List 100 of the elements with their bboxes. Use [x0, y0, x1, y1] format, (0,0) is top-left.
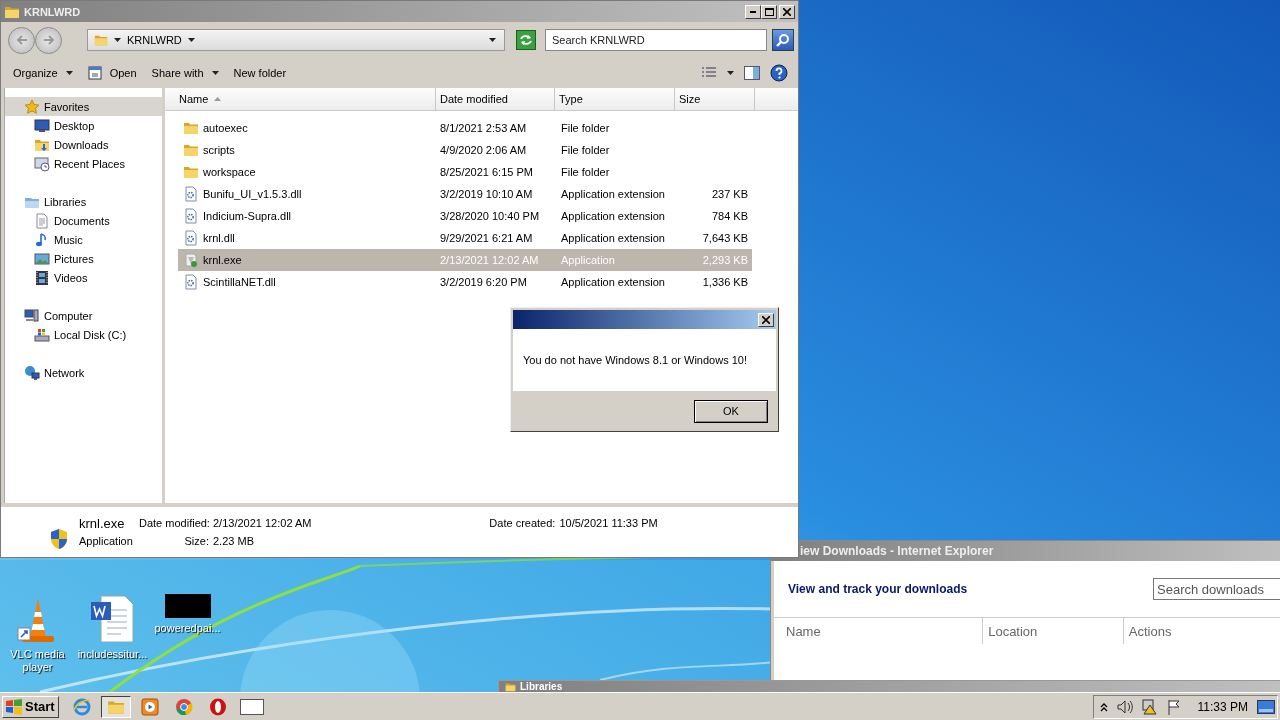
sidebar-item[interactable]: Music [5, 230, 162, 249]
folder-icon [505, 682, 516, 692]
file-name: autoexec [203, 122, 248, 134]
sidebar-item[interactable]: Computer [5, 306, 162, 325]
column-header[interactable]: Name [175, 88, 436, 110]
toolbar-button[interactable]: New folder [229, 65, 291, 81]
toolbar-button[interactable]: Open [83, 64, 141, 82]
type-cell-text: Application extension [560, 232, 666, 244]
type-cell-text: File folder [560, 166, 611, 178]
toolbar-button[interactable]: Share with [147, 65, 223, 81]
column-header[interactable]: Location [983, 618, 1124, 644]
date-cell-text: 8/25/2021 6:15 PM [439, 166, 534, 178]
minimize-button[interactable] [745, 4, 761, 19]
taskbar-button[interactable] [100, 695, 131, 718]
type-cell-text: Application [560, 254, 616, 266]
file-name: krnl.exe [79, 515, 126, 531]
file-name: krnl.exe [203, 254, 242, 266]
date-cell-text: 3/28/2020 10:40 PM [439, 210, 541, 222]
column-header[interactable]: Size [675, 88, 755, 110]
flag-icon[interactable] [1166, 698, 1181, 715]
detail-label: Date created: [488, 517, 557, 529]
program-icon [183, 252, 199, 268]
chevron-up-icon[interactable] [1099, 701, 1108, 712]
file-row[interactable]: krnl.dll 9/29/2021 6:21 AM Application extension 7,643 KB [178, 227, 752, 249]
star-icon [24, 98, 40, 115]
maximize-button[interactable] [761, 4, 777, 19]
monitor-icon [34, 117, 50, 134]
folder-icon [183, 164, 199, 180]
size-cell-text: 2,293 KB [701, 254, 748, 266]
sidebar-item[interactable]: Local Disk (C:) [5, 325, 162, 344]
date-cell-text: 4/9/2020 2:06 AM [439, 144, 528, 156]
help-icon [770, 64, 788, 82]
sidebar-item[interactable]: Libraries [5, 192, 162, 211]
gear-file-icon [183, 230, 199, 246]
view-options-button[interactable] [701, 66, 717, 80]
start-button[interactable]: Start [2, 695, 59, 718]
clock[interactable]: 11:33 PM [1197, 699, 1248, 714]
forward-arrow-icon [42, 35, 55, 45]
type-cell-text: File folder [560, 122, 611, 134]
file-row[interactable]: Indicium-Supra.dll 3/28/2020 10:40 PM Application extension 784 KB [178, 205, 752, 227]
column-header[interactable]: Date modified [436, 88, 555, 110]
caret-icon [114, 38, 121, 42]
caret-icon [187, 38, 195, 42]
close-button[interactable] [779, 4, 795, 19]
ok-button[interactable]: OK [694, 399, 768, 423]
drive-icon [34, 326, 50, 343]
file-name: Indicium-Supra.dll [203, 210, 292, 222]
search-field[interactable]: Search KRNLWRD [545, 29, 767, 51]
file-row[interactable]: Bunifu_UI_v1.5.3.dll 3/2/2019 10:10 AM Application extension 237 KB [178, 183, 752, 205]
globe-icon [24, 364, 40, 381]
file-row[interactable]: ScintillaNET.dll 3/2/2019 6:20 PM Application extension 1,336 KB [178, 271, 752, 293]
show-desktop-icon[interactable] [1257, 699, 1275, 714]
sidebar-item[interactable]: Videos [5, 268, 162, 287]
sidebar-item[interactable]: Pictures [5, 249, 162, 268]
date-cell-text: 2/13/2021 12:02 AM [439, 254, 540, 266]
window-icon [87, 66, 102, 80]
recent-places-icon [34, 155, 50, 172]
search-button[interactable] [772, 29, 794, 51]
dropdown-caret-icon [489, 38, 496, 42]
size-cell-text: 1,336 KB [701, 276, 748, 288]
network-warning-icon[interactable] [1141, 698, 1158, 715]
file-name: ScintillaNET.dll [203, 276, 276, 288]
column-header[interactable]: Actions [1123, 618, 1280, 644]
size-cell-text: 784 KB [710, 210, 748, 222]
gear-file-icon [183, 274, 199, 290]
file-name: Bunifu_UI_v1.5.3.dll [203, 188, 302, 200]
date-cell-text: 3/2/2019 6:20 PM [439, 276, 528, 288]
file-row[interactable]: workspace 8/25/2021 6:15 PM File folder [178, 161, 752, 183]
shield-icon [49, 528, 69, 550]
sidebar-item[interactable]: Favorites [5, 97, 162, 116]
gear-file-icon [183, 186, 199, 202]
sidebar-item[interactable]: Documents [5, 211, 162, 230]
close-button[interactable] [758, 312, 774, 327]
refresh-icon [519, 34, 533, 46]
blank-window-icon [239, 698, 264, 715]
toolbar-button[interactable]: Organize [9, 65, 77, 81]
file-name: scripts [203, 144, 235, 156]
word-document-icon [88, 594, 137, 644]
play-icon [140, 697, 159, 716]
date-cell-text: 3/2/2019 10:10 AM [439, 188, 534, 200]
back-arrow-icon [15, 35, 28, 45]
sidebar-item[interactable]: Desktop [5, 116, 162, 135]
refresh-button[interactable] [516, 30, 536, 50]
sidebar-item[interactable]: Recent Places [5, 154, 162, 173]
file-row[interactable]: scripts 4/9/2020 2:06 AM File folder [178, 139, 752, 161]
sidebar-item[interactable]: Downloads [5, 135, 162, 154]
sidebar-item[interactable]: Network [5, 363, 162, 382]
preview-pane-button[interactable] [744, 66, 760, 80]
column-header[interactable]: Name [774, 618, 984, 644]
breadcrumb[interactable]: KRNLWRD [127, 34, 182, 46]
speaker-icon[interactable] [1116, 699, 1133, 714]
round-browser-icon [174, 697, 193, 716]
type-cell-text: File folder [560, 144, 611, 156]
file-row[interactable]: autoexec 8/1/2021 2:53 AM File folder [178, 117, 752, 139]
detail-value: 2/13/2021 12:02 AM [213, 517, 313, 529]
search-field[interactable]: Search downloads [1153, 578, 1280, 600]
help-button[interactable] [770, 64, 788, 82]
column-header[interactable]: Type [555, 88, 675, 110]
address-bar[interactable]: KRNLWRD [87, 29, 505, 51]
file-row[interactable]: krnl.exe 2/13/2021 12:02 AM Application 2,293 KB [178, 249, 752, 271]
